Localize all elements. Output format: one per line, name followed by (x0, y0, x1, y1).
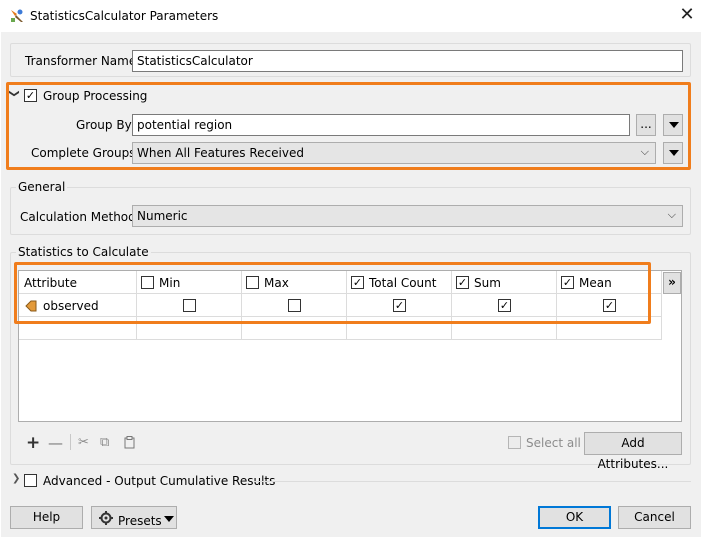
presets-button[interactable]: Presets (91, 506, 177, 529)
triangle-down-icon (164, 516, 174, 522)
cut-icon[interactable]: ✂ (78, 435, 89, 450)
cancel-button[interactable]: Cancel (618, 506, 691, 529)
add-row-icon[interactable]: + (26, 433, 40, 453)
calculation-method-label: Calculation Method: (20, 210, 140, 224)
select-all-label: Select all (526, 436, 581, 450)
gear-icon (99, 511, 113, 525)
triangle-down-icon (669, 150, 679, 156)
advanced-checkbox[interactable] (24, 474, 37, 487)
fme-transformer-icon (11, 9, 23, 22)
group-by-input[interactable]: potential region (132, 114, 630, 136)
complete-groups-value: When All Features Received (137, 146, 304, 160)
presets-label: Presets (118, 514, 162, 528)
group-by-menu-button[interactable] (663, 114, 683, 136)
advanced-label: Advanced - Output Cumulative Results (43, 474, 276, 488)
group-processing-label: Group Processing (43, 89, 148, 103)
transformer-name-label: Transformer Name: (25, 54, 141, 68)
toolbar-divider (70, 434, 71, 450)
group-processing-checkbox[interactable]: ✓ (24, 89, 37, 102)
calculation-method-value: Numeric (137, 209, 188, 223)
general-title: General (16, 180, 68, 194)
remove-row-icon[interactable]: — (48, 434, 63, 452)
statistics-title: Statistics to Calculate (16, 245, 151, 259)
group-by-label: Group By: (76, 118, 135, 132)
complete-groups-menu-button[interactable] (663, 142, 683, 164)
calculation-method-select[interactable]: Numeric ⌵ (132, 205, 683, 227)
ok-button[interactable]: OK (538, 506, 611, 529)
add-attributes-button[interactable]: Add Attributes... (584, 432, 682, 471)
window-title: StatisticsCalculator Parameters (30, 9, 219, 23)
select-all-checkbox[interactable] (508, 436, 521, 449)
complete-groups-label: Complete Groups: (31, 146, 140, 160)
statistics-highlight (14, 262, 651, 324)
close-icon[interactable]: ✕ (677, 5, 697, 25)
triangle-down-icon (669, 122, 679, 128)
chevron-down-icon: ⌵ (667, 208, 676, 221)
copy-icon[interactable]: ⧉ (100, 435, 109, 450)
collapse-chevron-icon[interactable]: ❯ (9, 89, 20, 97)
expand-chevron-icon[interactable]: ❯ (12, 473, 20, 484)
advanced-divider (254, 481, 691, 482)
transformer-name-input[interactable]: StatisticsCalculator (132, 50, 683, 72)
more-columns-button[interactable]: » (663, 272, 681, 294)
chevron-down-icon: ⌵ (640, 145, 649, 158)
paste-icon[interactable] (124, 436, 135, 449)
title-bar: StatisticsCalculator Parameters ✕ (0, 0, 702, 32)
group-by-browse-button[interactable]: ... (636, 114, 656, 136)
complete-groups-select[interactable]: When All Features Received ⌵ (132, 142, 656, 164)
help-button[interactable]: Help (10, 506, 83, 529)
